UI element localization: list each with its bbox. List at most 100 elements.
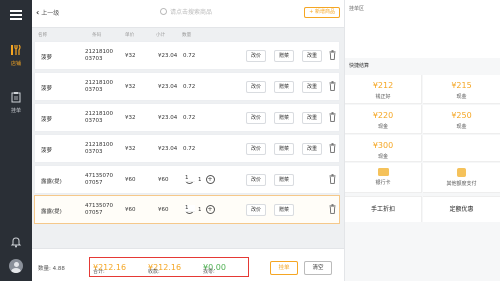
other-payment-label: 其他额度支付 [446,181,477,187]
change-price-button[interactable]: 改价 [246,143,267,155]
table-row[interactable]: 露露(提) 4713507007057 ¥60 ¥60 1 − 1 + 改价 赠… [34,165,340,194]
clear-button[interactable]: 清空 [304,261,332,275]
received-amount: 收款: ¥212.16 [148,263,182,275]
quick-pay-cash[interactable]: ¥220 现金 [345,105,422,134]
product-barcode: 21218100 03703 [85,80,113,93]
increment-button[interactable]: + [205,205,215,214]
column-header: 条码 [92,33,102,38]
quantity: 0.72 [183,84,196,90]
back-arrow-icon: ‹ [36,8,40,17]
total-amount: 合计: ¥212.16 [93,263,127,275]
unit-price: ¥32 [125,53,136,59]
hang-area-title: 挂单区 [349,6,365,12]
table-row[interactable]: 菠萝 21218100 03703 ¥32 ¥23.04 0.72 改价 赠菜 改… [34,72,340,101]
change-price-button[interactable]: 改价 [246,204,267,216]
search-icon [160,8,167,15]
product-barcode: 21218100 03703 [85,142,113,155]
subtotal: ¥23.04 [158,146,178,152]
store-icon [11,44,21,55]
quick-pay-empty [423,135,500,162]
product-name: 露露(提) [41,209,62,215]
sidebar-item-store[interactable]: 店铺 [0,44,32,67]
unit-price: ¥60 [125,207,136,213]
change-amount: 找零: ¥0.00 [203,263,226,275]
change-weight-button[interactable]: 改重 [302,112,323,124]
trash-icon[interactable] [329,81,336,91]
quick-label: 现金 [456,94,467,100]
sidebar: 店铺 挂单 [0,0,32,281]
gift-item-button[interactable]: 赠菜 [274,112,295,124]
quick-pay-cash[interactable]: ¥250 现金 [423,105,500,134]
column-header: 单价 [125,33,135,38]
gift-item-button[interactable]: 赠菜 [274,204,295,216]
gift-item-button[interactable]: 赠菜 [274,81,295,93]
trash-icon[interactable] [329,143,336,153]
subtotal: ¥23.04 [158,115,178,121]
sidebar-item-label: 挂单 [10,108,21,114]
change-price-button[interactable]: 改价 [246,174,267,186]
change-weight-button[interactable]: 改重 [302,81,323,93]
table-row-selected[interactable]: 露露(提) 4713507007057 ¥60 ¥60 1 − 1 + 改价 赠… [34,195,340,224]
subtotal: ¥60 [158,207,169,213]
other-payment-button[interactable]: 其他额度支付 [423,163,500,193]
quick-label: 现金 [377,154,388,160]
subtotal: ¥23.04 [158,53,178,59]
quick-settlement-title: 快捷结算 [349,63,370,69]
quick-amount: ¥300 [372,141,394,150]
bell-icon[interactable] [10,236,22,248]
product-barcode: 47135070 07057 [85,203,113,216]
manual-discount-button[interactable]: 手工折扣 [345,196,422,222]
gift-item-button[interactable]: 赠菜 [274,174,295,186]
search-input[interactable]: 请点击搜索商品 [160,7,212,16]
payment-icon [457,168,466,177]
quick-label: 现金 [456,124,467,130]
trash-icon[interactable] [329,174,336,184]
hang-order-button[interactable]: 挂单 [270,261,298,275]
table-row[interactable]: 菠萝 21218100 03703 ¥32 ¥23.04 0.72 改价 赠菜 改… [34,103,340,132]
change-price-button[interactable]: 改价 [246,112,267,124]
change-price-button[interactable]: 改价 [246,50,267,62]
gift-item-button[interactable]: 赠菜 [274,143,295,155]
fixed-discount-button[interactable]: 定额优惠 [423,196,500,222]
change-weight-button[interactable]: 改重 [302,143,323,155]
quantity-stepper: 1 − 1 + [185,205,215,214]
table-row[interactable]: 菠萝 21218100 03703 ¥32 ¥23.04 0.72 改价 赠菜 改… [34,134,340,163]
add-product-button[interactable]: + 新增商品 [304,7,340,18]
trash-icon[interactable] [329,112,336,122]
stepper-value: 1 [198,177,202,183]
bank-card-button[interactable]: 银行卡 [345,163,422,193]
quantity-stepper: 1 − 1 + [185,175,215,184]
trash-icon[interactable] [329,50,336,60]
column-header: 数量 [182,33,192,38]
quick-pay-cash[interactable]: ¥300 现金 [345,135,422,162]
hang-area: 挂单区 [345,0,500,58]
quick-pay-exact[interactable]: ¥212 钱正好 [345,75,422,104]
trash-icon[interactable] [329,204,336,214]
top-bar: ‹ 上一级 请点击搜索商品 + 新增商品 [32,0,344,28]
quick-amount: ¥220 [372,111,394,120]
product-barcode: 21218100 03703 [85,49,113,62]
menu-icon[interactable] [10,10,22,22]
stepper-value: 1 [198,207,202,213]
column-header: 名称 [38,33,48,38]
quick-amount: ¥212 [372,81,394,90]
product-barcode: 21218100 03703 [85,111,113,124]
back-button[interactable]: ‹ 上一级 [36,8,59,17]
column-header: 小计 [156,33,166,38]
order-panel: ‹ 上一级 请点击搜索商品 + 新增商品 名称 条码 单价 小计 数量 菠萝 21… [32,0,344,281]
product-name: 菠萝 [41,55,53,61]
table-row[interactable]: 菠萝 21218100 03703 ¥32 ¥23.04 0.72 改价 赠菜 改… [34,41,340,70]
increment-button[interactable]: + [205,175,215,184]
avatar[interactable] [9,259,23,273]
gift-item-button[interactable]: 赠菜 [274,50,295,62]
unit-price: ¥32 [125,115,136,121]
change-price-button[interactable]: 改价 [246,81,267,93]
change-weight-button[interactable]: 改重 [302,50,323,62]
bank-card-label: 银行卡 [375,180,391,186]
quick-pay-cash[interactable]: ¥215 现金 [423,75,500,104]
product-barcode: 47135070 07057 [85,173,113,186]
subtotal: ¥23.04 [158,84,178,90]
search-placeholder: 请点击搜索商品 [170,9,213,16]
sidebar-item-orders[interactable]: 挂单 [0,91,32,114]
quick-amount: ¥250 [451,111,472,120]
